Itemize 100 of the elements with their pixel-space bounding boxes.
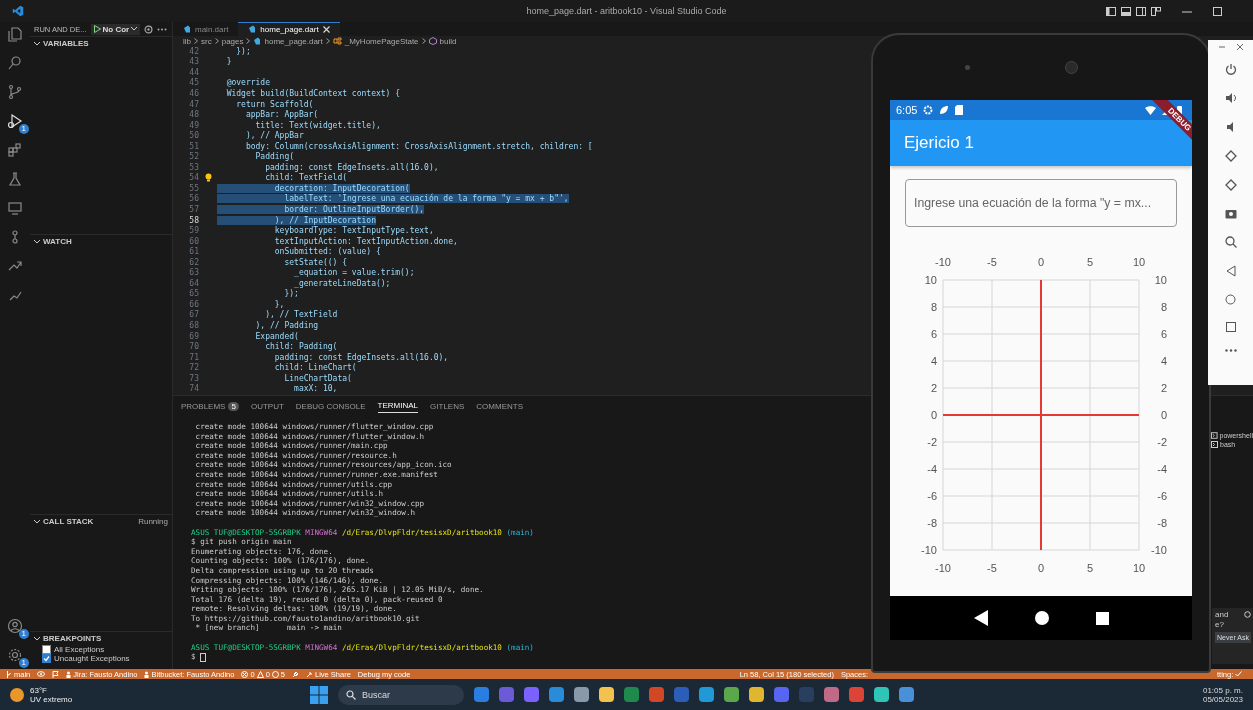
breadcrumb-item[interactable]: src (201, 36, 212, 46)
equation-input-field[interactable]: Ingrese una ecuación de la forma "y = mx... (905, 179, 1177, 227)
files-icon[interactable] (7, 26, 23, 42)
settings-icon[interactable] (7, 647, 23, 663)
line-number: 67 (188, 310, 199, 320)
axis-tick-label: 10 (1132, 562, 1146, 574)
breadcrumb-item[interactable]: pages (221, 36, 244, 46)
code-line: appBar: AppBar( (244, 110, 319, 120)
zoom-icon[interactable] (1224, 236, 1237, 248)
axis-tick-label: -8 (927, 517, 937, 529)
section-header[interactable]: BREAKPOINTS (43, 634, 102, 643)
eye-icon[interactable] (37, 671, 46, 677)
close-icon[interactable] (1236, 44, 1243, 50)
back-icon[interactable] (973, 610, 988, 626)
axis-tick-label: -4 (1157, 463, 1167, 475)
code-line: Widget build(BuildContext context) { (225, 88, 401, 98)
code-line: Padding( (254, 152, 295, 162)
branch-icon[interactable] (7, 84, 23, 100)
overview-icon[interactable] (1095, 611, 1109, 625)
breakpoint-label: All Exceptions (54, 645, 105, 654)
speaker-icon (1064, 61, 1078, 74)
more-icon[interactable] (157, 27, 168, 31)
person-icon[interactable] (7, 618, 23, 634)
person-icon (144, 670, 150, 678)
panel-tab[interactable]: DEBUG CONSOLE (295, 399, 366, 413)
chevron-icon[interactable] (34, 636, 40, 641)
breadcrumb-item[interactable]: home_page.dart (264, 36, 323, 46)
line-number: 55 (188, 183, 199, 193)
overview-icon[interactable] (1225, 322, 1236, 332)
chevron-icon[interactable] (34, 239, 40, 244)
line-number: 53 (188, 162, 199, 172)
panel-tab[interactable]: OUTPUT (250, 399, 284, 413)
axis-tick-label: 2 (930, 382, 937, 394)
home-icon[interactable] (1034, 611, 1049, 625)
line-number: 49 (188, 120, 199, 130)
code-line: padding: const EdgeInsets.all(16.0), (273, 352, 449, 362)
camera-icon (964, 65, 970, 70)
flag-icon[interactable] (52, 670, 60, 678)
checkmark-icon (43, 655, 50, 662)
chevron-icon[interactable] (34, 519, 40, 524)
person-icon (66, 670, 72, 678)
settings-icon[interactable] (144, 24, 154, 34)
editor-tab[interactable]: home_page.dart (238, 22, 340, 36)
rotate-left-icon[interactable] (1224, 150, 1237, 162)
line-number: 50 (188, 131, 199, 141)
line-number: 59 (188, 226, 199, 236)
line-number: 54 (188, 173, 199, 183)
layout-icon[interactable] (1151, 6, 1161, 16)
code-line: child: LineChart( (273, 363, 357, 373)
panel-tab[interactable]: TERMINAL (377, 399, 419, 413)
app-title: Ejericio 1 (904, 133, 974, 153)
checkbox[interactable] (42, 654, 51, 663)
lightbulb-icon[interactable] (204, 173, 212, 183)
blocks-icon[interactable] (7, 142, 23, 158)
line-number: 69 (188, 331, 199, 341)
section-header[interactable]: CALL STACK (43, 517, 94, 526)
axis-tick-label: 8 (1160, 301, 1167, 313)
axis-tick-label: 10 (1154, 274, 1167, 286)
settings-icon[interactable] (1244, 611, 1251, 618)
volume-up-icon[interactable] (1224, 92, 1237, 104)
windows-logo-icon[interactable] (310, 685, 328, 704)
power-icon[interactable] (1224, 63, 1237, 75)
sun-icon[interactable] (10, 687, 24, 702)
code-line: return Scaffold( (235, 99, 314, 109)
more-icon[interactable] (1224, 349, 1237, 352)
search-field[interactable]: Buscar (338, 684, 464, 705)
chevron-icon[interactable] (34, 41, 40, 46)
breadcrumb-item[interactable]: lib (183, 36, 191, 46)
launch-config-dropdown[interactable]: No Cor (90, 23, 141, 35)
section-header[interactable]: VARIABLES (43, 39, 89, 48)
breadcrumb-item[interactable]: _MyHomePageState (344, 36, 419, 46)
section-header[interactable]: WATCH (43, 237, 72, 246)
flask-icon[interactable] (7, 171, 23, 187)
code-line: setState(() { (283, 257, 348, 267)
line-number: 46 (188, 88, 199, 98)
code-line: textInputAction: TextInputAction.done, (273, 236, 458, 246)
back-icon[interactable] (1225, 265, 1236, 277)
layout-icon[interactable] (1136, 6, 1146, 16)
maximize-icon[interactable] (1213, 6, 1223, 16)
line-number: 72 (188, 363, 199, 373)
axis-tick-label: 4 (930, 355, 937, 367)
panel-tab[interactable]: COMMENTS (476, 399, 523, 413)
line-number: 68 (188, 321, 199, 330)
layout-icon[interactable] (1106, 6, 1116, 16)
monitor-icon[interactable] (7, 200, 23, 216)
panel-tab[interactable]: PROBLEMS 5 (181, 399, 239, 413)
camera-icon[interactable] (1224, 208, 1237, 219)
layout-icon[interactable] (1121, 6, 1131, 16)
search-icon[interactable] (7, 55, 23, 71)
breadcrumb-item[interactable]: build (439, 36, 457, 46)
rotate-right-icon[interactable] (1224, 179, 1237, 191)
plug-icon[interactable] (291, 670, 299, 678)
play-bug-icon[interactable] (7, 113, 23, 129)
clock-date: 05/05/2023 (1202, 694, 1243, 704)
panel-tab[interactable]: GITLENS (430, 399, 465, 413)
line-number: 42 (188, 46, 199, 56)
code-line: padding: const EdgeInsets.all(16.0), (264, 162, 439, 172)
axis-tick-label: -5 (987, 562, 997, 574)
line-number: 64 (188, 278, 199, 288)
checkbox[interactable] (42, 645, 51, 654)
